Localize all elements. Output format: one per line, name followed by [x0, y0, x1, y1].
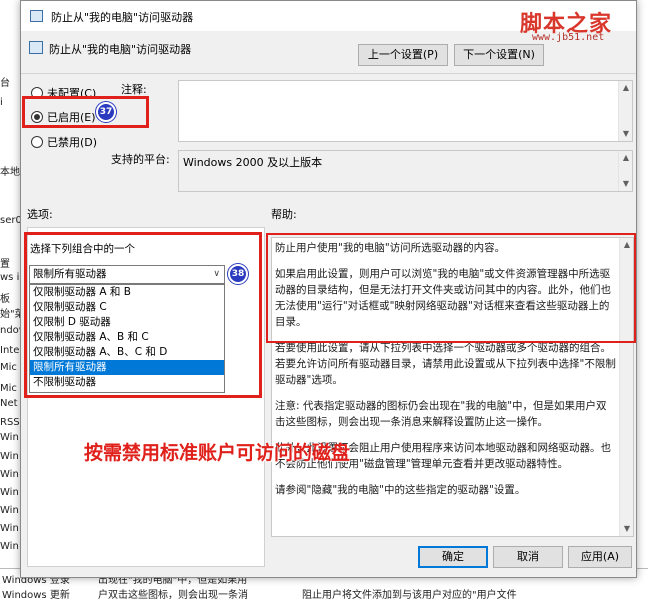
platform-label: 支持的平台:	[111, 153, 170, 166]
cancel-button[interactable]: 取消	[493, 546, 563, 568]
radio-disabled-control[interactable]	[31, 136, 43, 148]
scroll-down-icon[interactable]: ▼	[619, 127, 633, 141]
step-badge-38: 38	[228, 264, 248, 284]
policy-settings-icon	[30, 10, 43, 22]
header-divider	[21, 73, 636, 74]
comment-textarea[interactable]: ▲ ▼	[178, 80, 633, 142]
scroll-up-icon[interactable]: ▲	[619, 81, 633, 95]
highlight-help-box	[266, 233, 636, 343]
help-label: 帮助:	[271, 208, 297, 221]
highlight-enabled-box	[22, 96, 149, 128]
bg-bottom-item: 户双击这些图标，则会出现一条消	[98, 590, 248, 600]
bg-bottom-item: 阻止用户将文件添加到与该用户对应的"用户文件	[302, 590, 517, 600]
radio-disabled-label: 已禁用(D)	[47, 136, 98, 149]
help-paragraph: 注意: 代表指定驱动器的图标仍会出现在"我的电脑"中，但是如果用户双击这些图标，…	[275, 400, 607, 428]
watermark-url: www.jb51.net	[532, 32, 605, 43]
radio-disabled[interactable]: 已禁用(D)	[31, 134, 97, 150]
platform-box: Windows 2000 及以上版本 ▲ ▼	[178, 150, 633, 192]
prev-setting-button[interactable]: 上一个设置(P)	[358, 44, 448, 66]
ok-button[interactable]: 确定	[418, 546, 488, 568]
apply-button[interactable]: 应用(A)	[568, 546, 632, 568]
scroll-down-icon[interactable]: ▼	[619, 177, 633, 191]
caption-annotation: 按需禁用标准账户可访问的磁盘	[84, 442, 351, 464]
next-setting-button[interactable]: 下一个设置(N)	[454, 44, 544, 66]
help-paragraph: 请参阅"隐藏"我的电脑"中的这些指定的驱动器"设置。	[275, 484, 526, 496]
platform-value: Windows 2000 及以上版本	[183, 156, 323, 169]
platform-scrollbar[interactable]: ▲ ▼	[618, 151, 632, 191]
step-badge-37: 37	[96, 102, 116, 122]
highlight-options-box	[24, 232, 262, 398]
window-title: 防止从"我的电脑"访问驱动器	[51, 11, 194, 24]
policy-header-title: 防止从"我的电脑"访问驱动器	[49, 43, 192, 56]
scroll-up-icon[interactable]: ▲	[619, 151, 633, 165]
help-paragraph: 若要使用此设置，请从下拉列表中选择一个驱动器或多个驱动器的组合。若要允许访问所有…	[275, 342, 616, 386]
bg-bottom-item: Windows 更新	[2, 590, 70, 600]
comment-scrollbar[interactable]: ▲ ▼	[618, 81, 632, 141]
comment-label: 注释:	[121, 83, 147, 96]
options-label: 选项:	[27, 208, 53, 221]
scroll-down-icon[interactable]: ▼	[620, 522, 634, 536]
policy-header-icon	[29, 41, 43, 54]
